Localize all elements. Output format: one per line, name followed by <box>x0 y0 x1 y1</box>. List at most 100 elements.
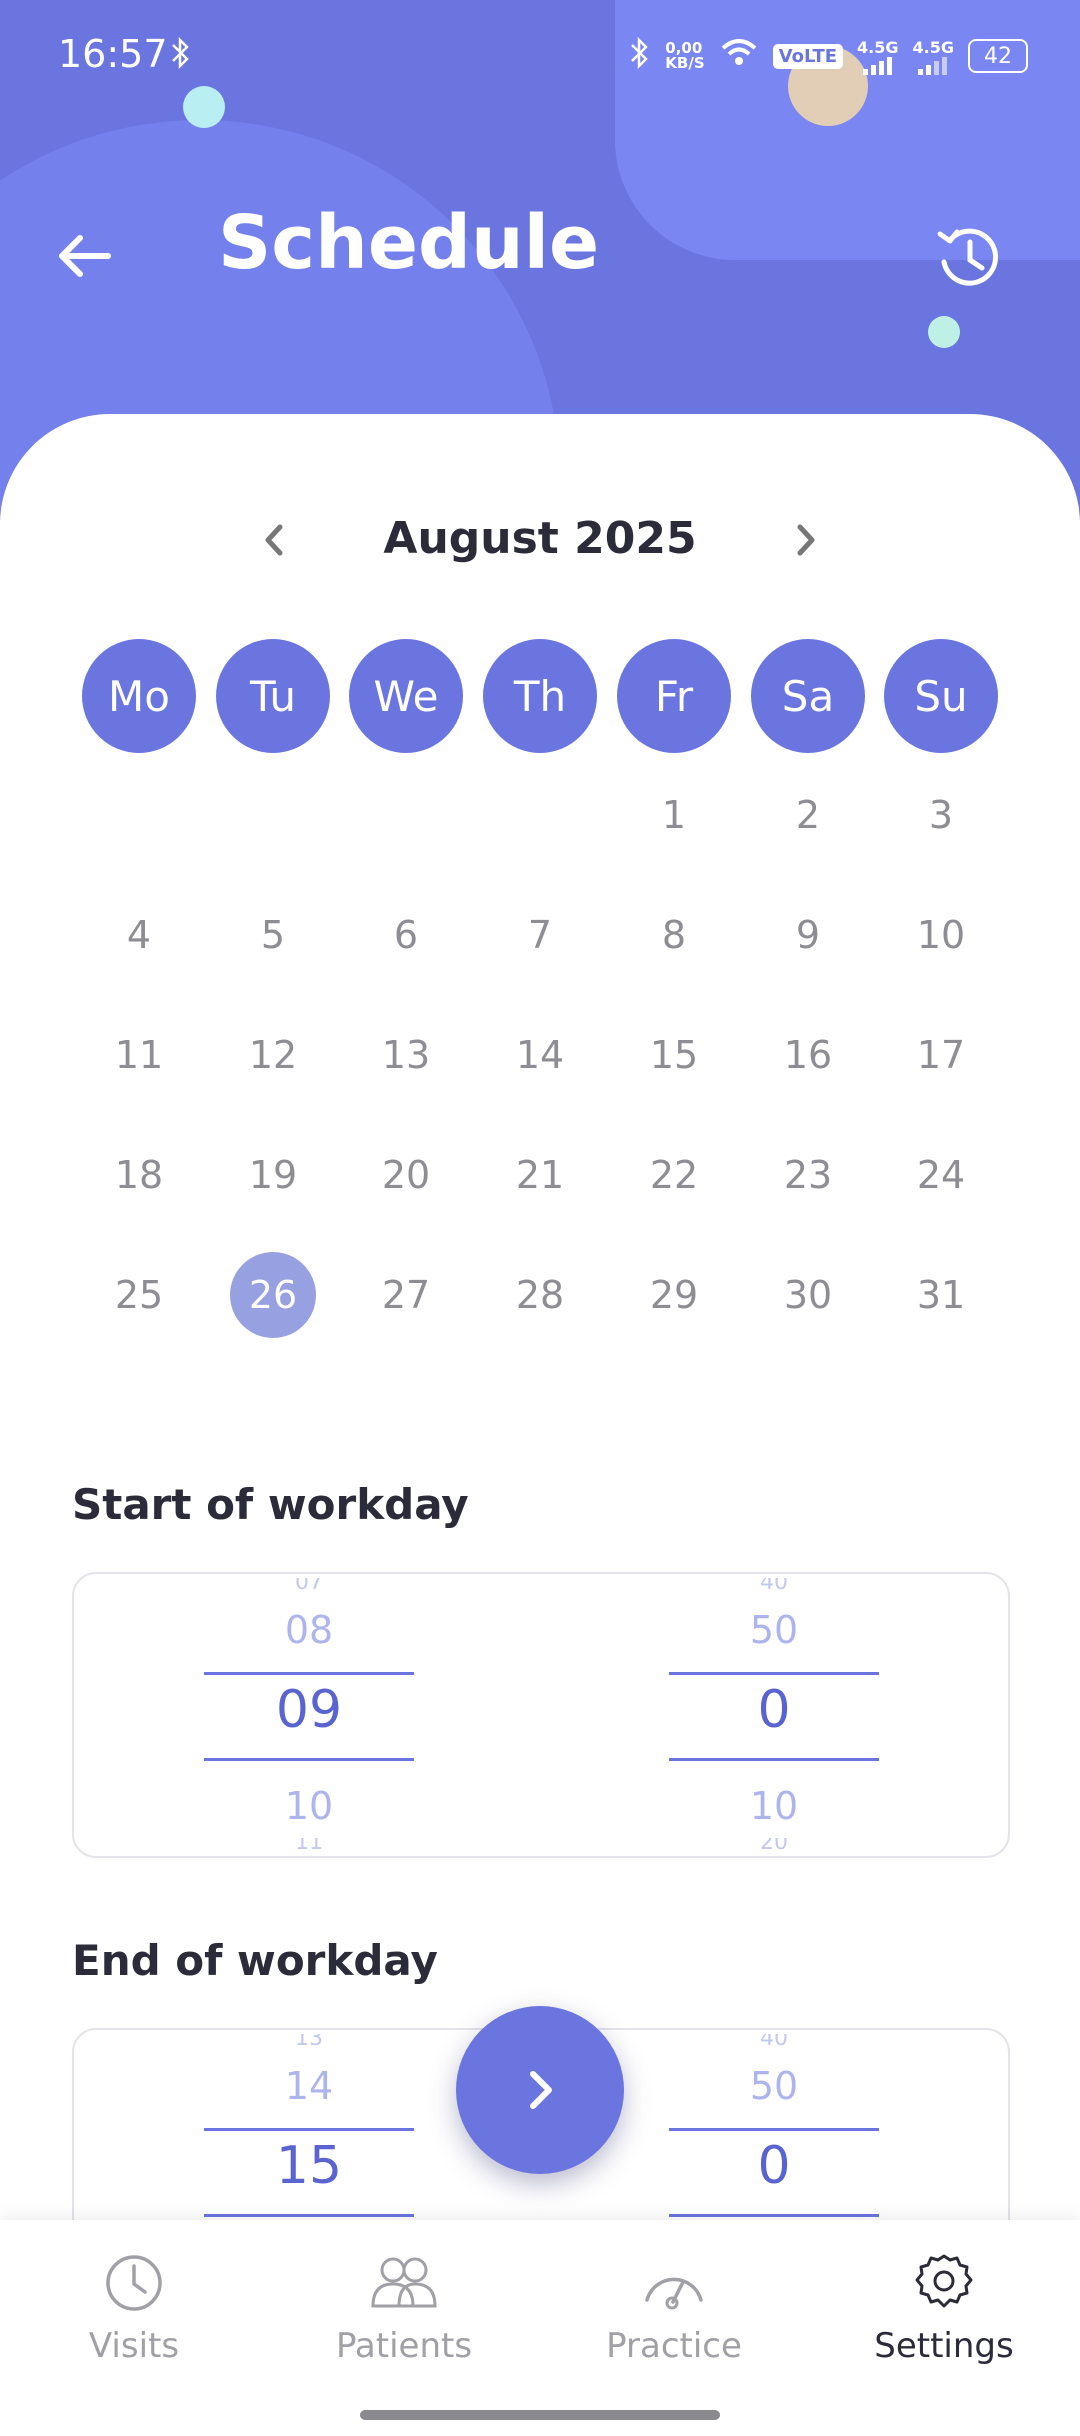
day-cell[interactable]: 22 <box>631 1132 717 1218</box>
day-cell[interactable]: 28 <box>497 1252 583 1338</box>
day-cell[interactable]: 4 <box>96 892 182 978</box>
selection-line-top <box>669 1672 879 1675</box>
start-workday-picker: 07 08 09 10 11 40 50 0 10 20 <box>72 1572 1010 1858</box>
people-icon <box>371 2257 437 2308</box>
day-cell[interactable]: 2 <box>765 772 851 858</box>
day-cell[interactable]: 6 <box>363 892 449 978</box>
hour-next: 10 <box>284 1784 334 1828</box>
day-cell[interactable]: 27 <box>363 1252 449 1338</box>
selection-line-top <box>669 2128 879 2131</box>
next-month-button[interactable] <box>782 517 828 563</box>
nav-practice-label: Practice <box>606 2326 742 2366</box>
day-cell[interactable]: 1 <box>631 772 717 858</box>
volte-badge: VoLTE <box>772 43 844 69</box>
nav-patients[interactable]: Patients <box>294 2248 514 2398</box>
day-cell[interactable]: 19 <box>230 1132 316 1218</box>
day-cell[interactable]: 9 <box>765 892 851 978</box>
selection-line-top <box>204 2128 414 2131</box>
sim2-network: 4.5G <box>912 37 954 57</box>
next-button[interactable] <box>456 2006 624 2174</box>
hour-current: 09 <box>275 1680 343 1740</box>
start-workday-label: Start of workday <box>72 1480 469 1529</box>
chevron-right-icon <box>530 2071 552 2109</box>
day-cell[interactable]: 10 <box>898 892 984 978</box>
day-cell[interactable]: 21 <box>497 1132 583 1218</box>
minute-prev: 50 <box>749 2064 799 2108</box>
selection-line-bottom <box>204 2214 414 2217</box>
month-navigator: August 2025 <box>0 505 1080 575</box>
selection-line-top <box>204 1672 414 1675</box>
back-button[interactable] <box>48 220 120 292</box>
minute-current: 0 <box>757 2136 791 2196</box>
decor-dot-mint <box>928 316 960 348</box>
hour-peek-above: 13 <box>295 2034 323 2048</box>
bottom-navigation: Visits Patients Practice Settings <box>0 2220 1080 2436</box>
minute-peek-above: 40 <box>760 2034 788 2048</box>
hour-peek-above: 07 <box>295 1578 323 1592</box>
day-cell[interactable]: 25 <box>96 1252 182 1338</box>
wifi-icon <box>719 38 759 74</box>
nav-visits-label: Visits <box>88 2326 180 2366</box>
day-cell[interactable]: 29 <box>631 1252 717 1338</box>
minute-prev: 50 <box>749 1608 799 1652</box>
battery-icon: 42 <box>968 39 1028 73</box>
chevron-right-icon <box>797 524 815 556</box>
day-cell[interactable]: 5 <box>230 892 316 978</box>
nav-settings[interactable]: Settings <box>834 2248 1054 2398</box>
day-cell[interactable]: 31 <box>898 1252 984 1338</box>
arrow-left-icon <box>59 235 111 277</box>
selection-line-bottom <box>669 2214 879 2217</box>
hour-prev: 14 <box>284 2064 334 2108</box>
day-cell[interactable]: 7 <box>497 892 583 978</box>
sim1-network: 4.5G <box>857 37 899 57</box>
day-cell[interactable]: 14 <box>497 1012 583 1098</box>
day-cell[interactable]: 23 <box>765 1132 851 1218</box>
day-cell[interactable]: 3 <box>898 772 984 858</box>
weekday-mo: Mo <box>82 639 196 753</box>
weekday-su: Su <box>884 639 998 753</box>
status-time: 16:57 <box>58 32 168 76</box>
signal-sim2: 4.5G <box>913 38 954 75</box>
bluetooth-icon <box>170 36 192 78</box>
battery-level: 42 <box>984 43 1012 69</box>
day-cell[interactable]: 12 <box>230 1012 316 1098</box>
day-cell[interactable]: 30 <box>765 1252 851 1338</box>
day-cell[interactable]: 11 <box>96 1012 182 1098</box>
history-icon <box>937 228 999 286</box>
history-button[interactable] <box>930 220 1006 296</box>
day-cell[interactable]: 13 <box>363 1012 449 1098</box>
day-cell[interactable]: 24 <box>898 1132 984 1218</box>
day-cell[interactable]: 20 <box>363 1132 449 1218</box>
status-icons: 0,00 KB/S VoLTE 4.5G 4.5G 42 <box>629 36 1028 76</box>
day-cell-selected[interactable]: 26 <box>230 1252 316 1338</box>
minute-peek-below: 20 <box>760 1838 788 1852</box>
status-bar: 16:57 0,00 KB/S VoLTE 4.5G 4.5G 42 <box>0 0 1080 120</box>
end-workday-label: End of workday <box>72 1936 438 1985</box>
hour-peek-below: 11 <box>295 1838 323 1852</box>
start-minute-wheel[interactable]: 40 50 0 10 20 <box>669 1574 879 1856</box>
start-hour-wheel[interactable]: 07 08 09 10 11 <box>204 1574 414 1856</box>
page-title: Schedule <box>218 200 600 286</box>
clock-icon <box>106 2255 162 2311</box>
nav-visits[interactable]: Visits <box>24 2248 244 2398</box>
selection-line-bottom <box>204 1758 414 1761</box>
nav-settings-label: Settings <box>874 2326 1014 2366</box>
signal-sim1: 4.5G <box>857 37 899 75</box>
month-label: August 2025 <box>383 513 697 564</box>
gear-icon <box>915 2254 973 2308</box>
weekday-we: We <box>349 639 463 753</box>
day-cell[interactable]: 15 <box>631 1012 717 1098</box>
day-cell[interactable]: 8 <box>631 892 717 978</box>
weekday-sa: Sa <box>751 639 865 753</box>
day-cell[interactable]: 16 <box>765 1012 851 1098</box>
weekday-th: Th <box>483 639 597 753</box>
weekday-fr: Fr <box>617 639 731 753</box>
minute-next: 10 <box>749 1784 799 1828</box>
home-indicator <box>360 2410 720 2420</box>
bluetooth-icon <box>629 36 651 76</box>
selection-line-bottom <box>669 1758 879 1761</box>
day-cell[interactable]: 17 <box>898 1012 984 1098</box>
day-cell[interactable]: 18 <box>96 1132 182 1218</box>
gauge-icon <box>645 2277 703 2310</box>
nav-practice[interactable]: Practice <box>564 2248 784 2398</box>
